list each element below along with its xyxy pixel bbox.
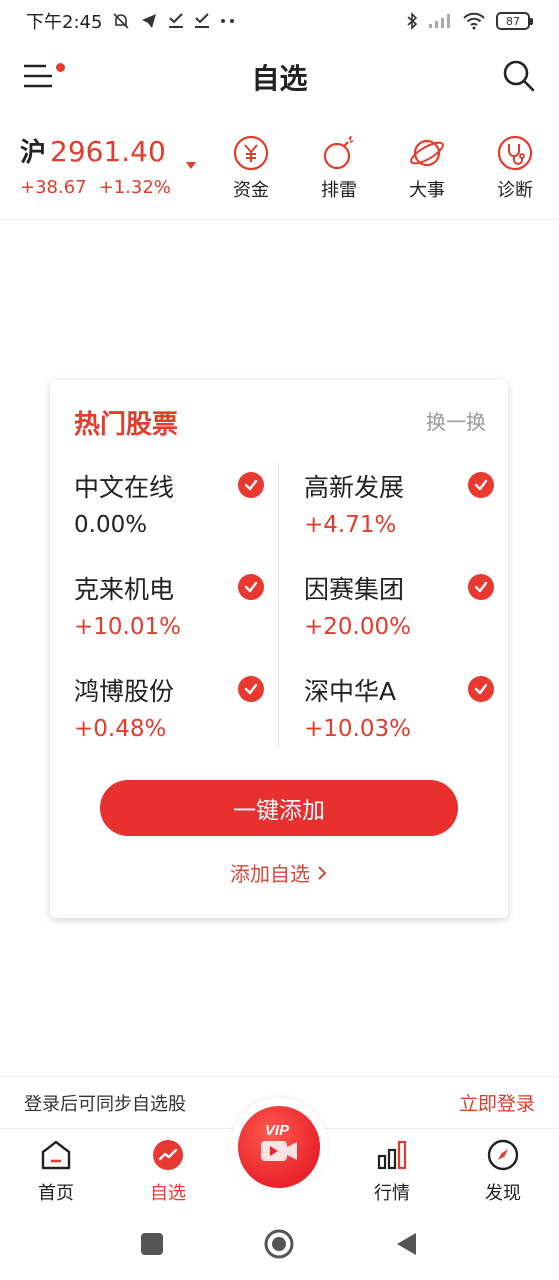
add-watchlist-label: 添加自选 bbox=[230, 862, 310, 886]
yuan-circle-icon bbox=[233, 135, 269, 171]
stock-item[interactable]: 深中华A +10.03% bbox=[304, 672, 494, 762]
status-left: 下午2:45 bbox=[26, 8, 236, 34]
login-button[interactable]: 立即登录 bbox=[459, 1089, 535, 1116]
quick-action-label: 排雷 bbox=[321, 180, 357, 201]
stock-item[interactable]: 因赛集团 +20.00% bbox=[304, 570, 494, 660]
nav-label: 行情 bbox=[374, 1183, 410, 1204]
home-icon bbox=[38, 1137, 74, 1173]
check-circle-icon[interactable] bbox=[238, 574, 264, 600]
stock-item[interactable]: 中文在线 0.00% bbox=[74, 468, 264, 558]
stock-change: +10.01% bbox=[74, 614, 181, 640]
vip-video-icon: VIP bbox=[261, 1122, 297, 1161]
card-title: 热门股票 bbox=[74, 410, 179, 440]
wifi-icon bbox=[462, 12, 486, 30]
nav-market[interactable]: 行情 bbox=[352, 1137, 432, 1205]
check-circle-icon[interactable] bbox=[468, 472, 494, 498]
vip-button[interactable]: VIP bbox=[238, 1106, 320, 1188]
menu-button[interactable] bbox=[22, 58, 66, 94]
quick-action-funds[interactable]: 资金 bbox=[216, 134, 286, 202]
chevron-right-icon bbox=[318, 865, 327, 880]
telegram-icon bbox=[140, 12, 158, 30]
notification-dot bbox=[56, 63, 65, 72]
stock-item[interactable]: 鸿博股份 +0.48% bbox=[74, 672, 264, 762]
back-triangle-icon[interactable] bbox=[394, 1231, 418, 1257]
add-watchlist-link[interactable]: 添加自选 bbox=[50, 858, 508, 887]
quick-action-label: 诊断 bbox=[497, 180, 533, 201]
status-right: 87 bbox=[406, 12, 533, 30]
column-divider bbox=[278, 462, 279, 748]
stock-item[interactable]: 克来机电 +10.01% bbox=[74, 570, 264, 660]
index-name: 沪 bbox=[20, 138, 47, 168]
download-done-icon bbox=[194, 12, 210, 30]
stock-name: 克来机电 bbox=[74, 575, 175, 604]
nav-watchlist[interactable]: 自选 bbox=[128, 1137, 208, 1205]
nav-label: 首页 bbox=[38, 1183, 74, 1204]
stock-name: 因赛集团 bbox=[304, 575, 405, 604]
watchlist-icon bbox=[150, 1137, 186, 1173]
vip-text: VIP bbox=[265, 1122, 290, 1139]
stock-name: 鸿博股份 bbox=[74, 677, 175, 706]
header: 自选 bbox=[0, 44, 559, 110]
index-change: +38.67 bbox=[20, 177, 87, 198]
refresh-button[interactable]: 换一换 bbox=[426, 406, 486, 435]
stock-change: +4.71% bbox=[304, 512, 397, 538]
stock-name: 中文在线 bbox=[74, 473, 175, 502]
nav-label: 自选 bbox=[150, 1183, 186, 1204]
hot-stocks-card: 热门股票 换一换 中文在线 0.00% 高新发展 +4.71% 克来机电 +10… bbox=[50, 380, 508, 918]
nav-label: 发现 bbox=[485, 1183, 521, 1204]
compass-icon bbox=[485, 1137, 521, 1173]
nav-discover[interactable]: 发现 bbox=[463, 1137, 543, 1205]
search-icon bbox=[503, 60, 535, 92]
check-circle-icon[interactable] bbox=[238, 676, 264, 702]
stock-change: +10.03% bbox=[304, 716, 411, 742]
quick-action-diagnosis[interactable]: 诊断 bbox=[480, 134, 550, 202]
vip-button-frame: VIP bbox=[230, 1098, 328, 1196]
recents-icon[interactable] bbox=[140, 1232, 164, 1256]
check-circle-icon[interactable] bbox=[238, 472, 264, 498]
login-hint: 登录后可同步自选股 bbox=[24, 1093, 186, 1115]
quick-action-label: 资金 bbox=[233, 180, 269, 201]
quick-action-events[interactable]: 大事 bbox=[392, 134, 462, 202]
dropdown-caret-icon[interactable] bbox=[186, 162, 196, 169]
system-nav-bar bbox=[0, 1214, 559, 1280]
mute-bell-icon bbox=[112, 12, 130, 30]
check-circle-icon[interactable] bbox=[468, 676, 494, 702]
market-bars-icon bbox=[374, 1137, 410, 1173]
add-all-button[interactable]: 一键添加 bbox=[100, 780, 458, 836]
nav-home[interactable]: 首页 bbox=[16, 1137, 96, 1205]
index-change-pct: +1.32% bbox=[98, 177, 171, 198]
stock-name: 深中华A bbox=[304, 677, 397, 706]
planet-icon bbox=[410, 139, 444, 167]
signal-icon bbox=[428, 13, 452, 29]
more-dots-icon bbox=[220, 18, 236, 24]
quick-action-minesweep[interactable]: 排雷 bbox=[304, 134, 374, 202]
stock-change: +0.48% bbox=[74, 716, 167, 742]
index-value: 2961.40 bbox=[50, 135, 166, 168]
bluetooth-icon bbox=[406, 12, 418, 30]
battery-tip bbox=[530, 17, 533, 25]
bomb-icon bbox=[323, 135, 354, 170]
status-time: 下午2:45 bbox=[26, 12, 103, 33]
battery-level: 87 bbox=[496, 12, 530, 30]
home-circle-icon[interactable] bbox=[263, 1228, 295, 1260]
index-quote[interactable]: 沪 2961.40 +38.67 +1.32% bbox=[20, 132, 171, 198]
battery-icon: 87 bbox=[496, 12, 533, 30]
stock-name: 高新发展 bbox=[304, 473, 405, 502]
stethoscope-icon bbox=[497, 135, 533, 171]
search-button[interactable] bbox=[501, 58, 537, 94]
stock-item[interactable]: 高新发展 +4.71% bbox=[304, 468, 494, 558]
index-row: 沪 2961.40 +38.67 +1.32% 资金 排雷 大事 诊断 bbox=[0, 120, 559, 220]
quick-action-label: 大事 bbox=[409, 180, 445, 201]
index-line2: +38.67 +1.32% bbox=[20, 177, 171, 198]
page-title: 自选 bbox=[251, 62, 308, 95]
stock-change: 0.00% bbox=[74, 512, 148, 538]
stock-change: +20.00% bbox=[304, 614, 411, 640]
status-bar: 下午2:45 87 bbox=[0, 0, 559, 42]
download-done-icon bbox=[168, 12, 184, 30]
index-line1: 沪 2961.40 bbox=[20, 132, 171, 169]
check-circle-icon[interactable] bbox=[468, 574, 494, 600]
